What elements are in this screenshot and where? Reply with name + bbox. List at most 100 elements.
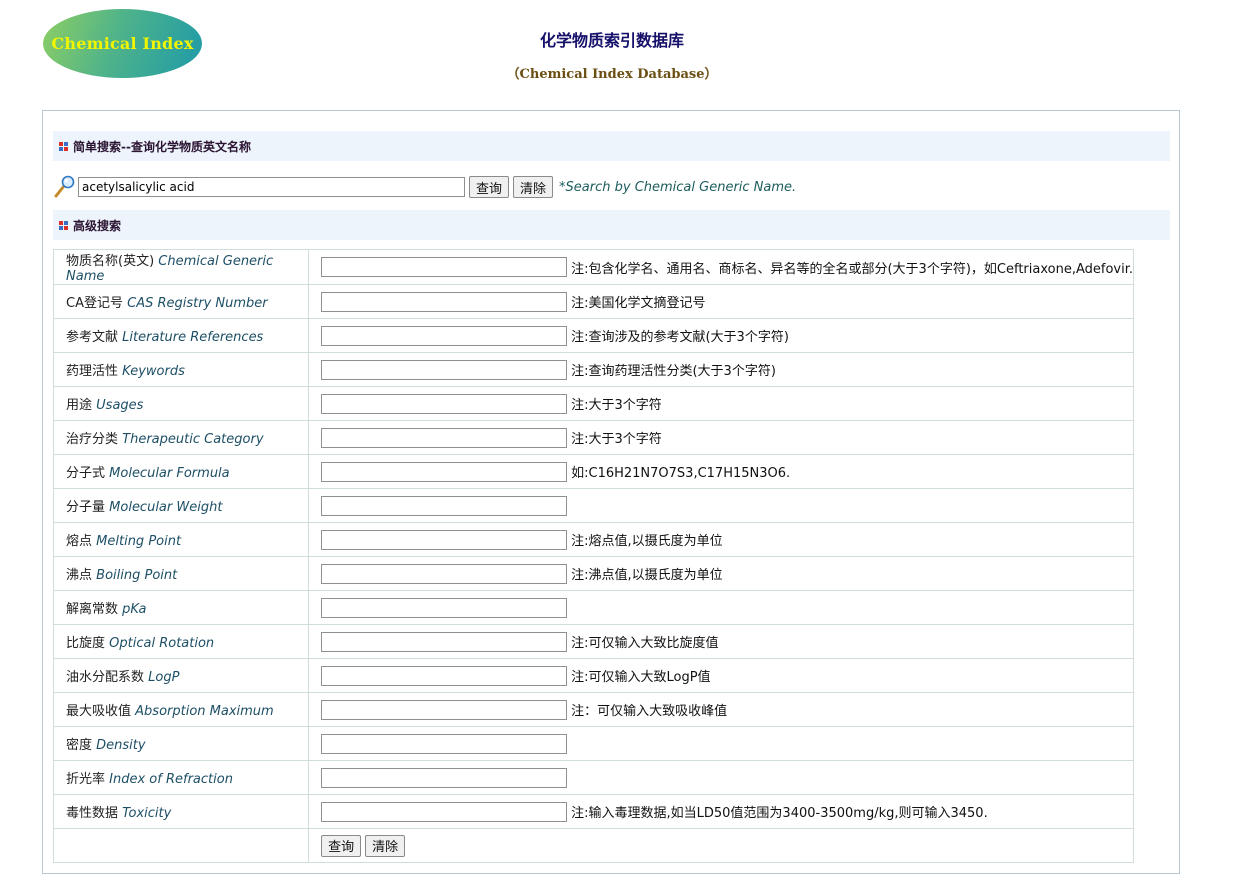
field-label: 最大吸收值 Absorption Maximum bbox=[52, 692, 310, 727]
field-input-cell: 注:美国化学文摘登记号 bbox=[308, 284, 1134, 319]
field-label-cn: 解离常数 bbox=[66, 602, 119, 617]
field-label: 比旋度 Optical Rotation bbox=[52, 624, 310, 659]
field-label-en: Molecular Weight bbox=[109, 500, 223, 515]
field-label-cn: 药理活性 bbox=[66, 364, 119, 379]
simple-query-button[interactable]: 查询 bbox=[469, 176, 510, 198]
field-input-cell bbox=[308, 488, 1134, 523]
field-label-en: Index of Refraction bbox=[109, 772, 233, 787]
advanced-search-row: 折光率 Index of Refraction bbox=[52, 760, 1134, 795]
field-input[interactable] bbox=[321, 325, 568, 346]
field-label-cn: 密度 bbox=[66, 738, 93, 753]
advanced-search-row: 用途 Usages 注:大于3个字符 bbox=[52, 386, 1134, 421]
field-input[interactable] bbox=[321, 495, 568, 516]
field-label-en: Literature References bbox=[122, 330, 264, 345]
field-label-en: pKa bbox=[122, 602, 147, 617]
advanced-query-button[interactable]: 查询 bbox=[321, 834, 362, 857]
field-label-cn: 折光率 bbox=[66, 772, 106, 787]
advanced-search-row: 最大吸收值 Absorption Maximum 注：可仅输入大致吸收峰值 bbox=[52, 692, 1134, 727]
field-input-cell: 注:沸点值,以摄氏度为单位 bbox=[308, 556, 1134, 591]
advanced-search-row: 沸点 Boiling Point 注:沸点值,以摄氏度为单位 bbox=[52, 556, 1134, 591]
field-note: 注:熔点值,以摄氏度为单位 bbox=[571, 534, 723, 549]
field-note: 注:包含化学名、通用名、商标名、异名等的全名或部分(大于3个字符)，如Ceftr… bbox=[571, 261, 1133, 277]
field-input[interactable] bbox=[321, 461, 568, 482]
field-label: 药理活性 Keywords bbox=[52, 352, 310, 387]
field-input[interactable] bbox=[321, 393, 568, 414]
field-label: 折光率 Index of Refraction bbox=[52, 760, 310, 795]
simple-search-heading: 简单搜索--查询化学物质英文名称 bbox=[53, 131, 1170, 161]
field-input-cell: 注:查询药理活性分类(大于3个字符) bbox=[308, 352, 1134, 387]
field-note: 注:沸点值,以摄氏度为单位 bbox=[571, 568, 723, 583]
field-note: 注:可仅输入大致比旋度值 bbox=[571, 636, 719, 651]
field-input[interactable] bbox=[321, 427, 568, 448]
field-label-cn: 毒性数据 bbox=[66, 806, 119, 821]
field-input-cell bbox=[308, 760, 1134, 795]
field-label-cn: 参考文献 bbox=[66, 330, 119, 345]
field-label: 参考文献 Literature References bbox=[52, 318, 310, 353]
field-label-cn: 沸点 bbox=[66, 568, 93, 583]
empty-cell bbox=[52, 828, 310, 863]
field-input[interactable] bbox=[321, 291, 568, 312]
field-input-cell: 注：可仅输入大致吸收峰值 bbox=[308, 692, 1134, 727]
field-input-cell bbox=[308, 590, 1134, 625]
field-label-cn: 最大吸收值 bbox=[66, 704, 132, 719]
field-label-en: Optical Rotation bbox=[109, 636, 215, 651]
field-label-en: Boiling Point bbox=[96, 568, 178, 583]
advanced-search-row: 密度 Density bbox=[52, 726, 1134, 761]
field-label-cn: 分子式 bbox=[66, 466, 106, 481]
magnifier-icon bbox=[54, 175, 75, 198]
field-label: 熔点 Melting Point bbox=[52, 522, 310, 557]
field-input[interactable] bbox=[321, 631, 568, 652]
field-label-cn: 熔点 bbox=[66, 534, 93, 549]
advanced-clear-button[interactable]: 清除 bbox=[365, 834, 406, 857]
field-note: 注：可仅输入大致吸收峰值 bbox=[571, 704, 728, 719]
field-label: 沸点 Boiling Point bbox=[52, 556, 310, 591]
simple-search-note: *Search by Chemical Generic Name. bbox=[559, 179, 797, 195]
field-label-cn: 油水分配系数 bbox=[66, 670, 145, 685]
advanced-search-row: 熔点 Melting Point 注:熔点值,以摄氏度为单位 bbox=[52, 522, 1134, 557]
field-note: 注:大于3个字符 bbox=[571, 398, 662, 413]
field-label-cn: 用途 bbox=[66, 398, 93, 413]
field-input[interactable] bbox=[321, 699, 568, 720]
field-label: 分子量 Molecular Weight bbox=[52, 488, 310, 523]
field-label: 分子式 Molecular Formula bbox=[52, 454, 310, 489]
field-input[interactable] bbox=[321, 563, 568, 584]
field-input-cell: 注:大于3个字符 bbox=[308, 386, 1134, 421]
grid-bullet-icon bbox=[59, 220, 68, 230]
page-title: 化学物质索引数据库 bbox=[539, 31, 684, 50]
advanced-search-row: 分子量 Molecular Weight bbox=[52, 488, 1134, 523]
grid-bullet-icon bbox=[59, 141, 68, 151]
simple-clear-button[interactable]: 清除 bbox=[513, 176, 554, 198]
field-input[interactable] bbox=[321, 665, 568, 686]
field-label: 物质名称(英文) Chemical Generic Name bbox=[52, 249, 310, 285]
field-input[interactable] bbox=[321, 733, 568, 754]
field-label-cn: 分子量 bbox=[66, 500, 106, 515]
field-input[interactable] bbox=[321, 529, 568, 550]
field-input[interactable] bbox=[321, 597, 568, 618]
advanced-search-row: 参考文献 Literature References 注:查询涉及的参考文献(大于… bbox=[52, 318, 1134, 353]
field-label-en: Toxicity bbox=[122, 806, 172, 821]
advanced-search-table: 物质名称(英文) Chemical Generic Name 注:包含化学名、通用… bbox=[52, 249, 1134, 863]
field-label-en: Usages bbox=[96, 398, 144, 413]
page-subtitle: （Chemical Index Database） bbox=[506, 67, 718, 82]
advanced-search-row: 油水分配系数 LogP 注:可仅输入大致LogP值 bbox=[52, 658, 1134, 693]
field-label: 治疗分类 Therapeutic Category bbox=[52, 420, 310, 455]
simple-search-input[interactable] bbox=[78, 177, 465, 197]
field-input[interactable] bbox=[321, 359, 568, 380]
field-input[interactable] bbox=[321, 767, 568, 788]
advanced-search-row: 分子式 Molecular Formula 如:C16H21N7O7S3,C17H… bbox=[52, 454, 1134, 489]
advanced-search-row: 解离常数 pKa bbox=[52, 590, 1134, 625]
advanced-search-row: 毒性数据 Toxicity 注:输入毒理数据,如当LD50值范围为3400-350… bbox=[52, 794, 1134, 829]
field-input-cell: 注:输入毒理数据,如当LD50值范围为3400-3500mg/kg,则可输入34… bbox=[308, 794, 1134, 829]
field-input[interactable] bbox=[321, 801, 568, 822]
field-label-en: Molecular Formula bbox=[109, 466, 230, 481]
field-label: 密度 Density bbox=[52, 726, 310, 761]
field-input-cell: 注:包含化学名、通用名、商标名、异名等的全名或部分(大于3个字符)，如Ceftr… bbox=[308, 249, 1134, 285]
advanced-search-row: CA登记号 CAS Registry Number 注:美国化学文摘登记号 bbox=[52, 284, 1134, 319]
field-note: 注:查询药理活性分类(大于3个字符) bbox=[571, 364, 776, 379]
field-input[interactable] bbox=[321, 257, 568, 277]
field-note: 注:输入毒理数据,如当LD50值范围为3400-3500mg/kg,则可输入34… bbox=[571, 806, 988, 821]
field-input-cell: 注:可仅输入大致LogP值 bbox=[308, 658, 1134, 693]
field-note: 注:美国化学文摘登记号 bbox=[571, 296, 706, 311]
actions-cell: 查询 清除 bbox=[308, 828, 1134, 863]
advanced-search-row: 治疗分类 Therapeutic Category 注:大于3个字符 bbox=[52, 420, 1134, 455]
